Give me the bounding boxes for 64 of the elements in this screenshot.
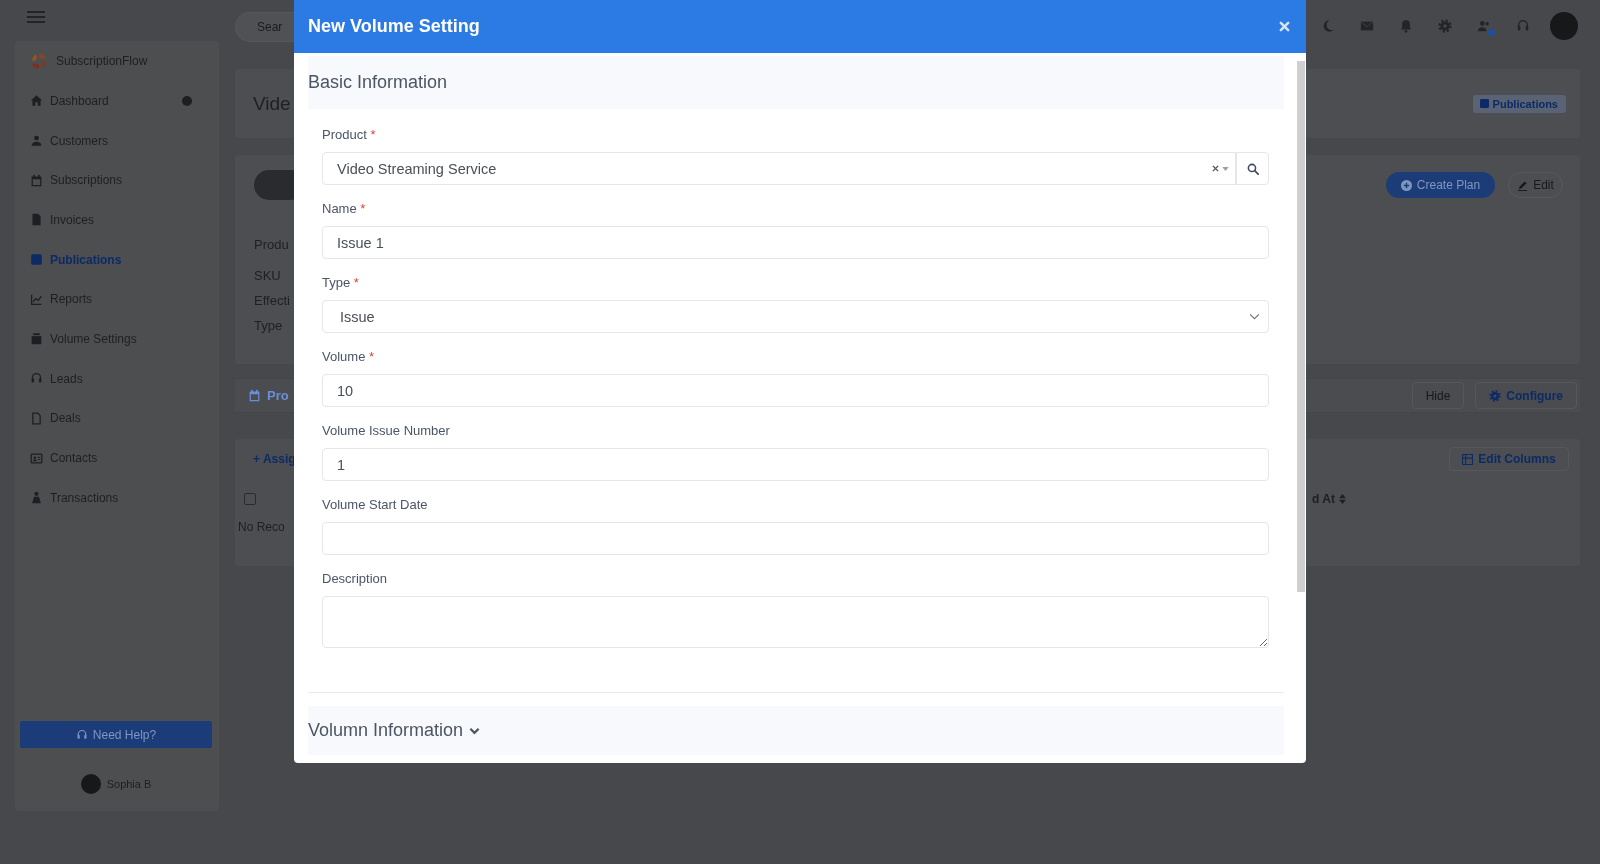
input-field[interactable]: 1 — [322, 448, 1269, 481]
scrollbar-thumb[interactable] — [1297, 61, 1305, 592]
help-button[interactable]: Need Help? — [20, 721, 212, 748]
gear-icon — [1489, 389, 1502, 402]
field-label: Type * — [322, 275, 359, 291]
chevron-down-icon — [469, 726, 481, 735]
chevron-down-icon — [1249, 313, 1260, 320]
chart-icon — [30, 292, 43, 306]
table-icon — [1462, 453, 1474, 465]
document-icon — [30, 213, 43, 227]
field-label: Volume Issue Number — [322, 423, 450, 439]
toolbar-button[interactable]: Configure — [1475, 382, 1577, 409]
box-icon — [30, 332, 43, 346]
gear-icon[interactable] — [1438, 19, 1452, 33]
headset-icon — [30, 372, 43, 386]
field-label: Volume * — [322, 349, 375, 365]
calendar-icon — [30, 173, 43, 187]
search-button[interactable] — [1236, 152, 1269, 185]
menu-icon[interactable] — [27, 11, 45, 23]
edit-columns-button[interactable]: Edit Columns — [1449, 447, 1569, 471]
avatar[interactable] — [80, 774, 101, 794]
input-field[interactable]: 10 — [322, 374, 1269, 407]
bell-icon[interactable] — [1399, 19, 1413, 33]
circle-icon[interactable] — [182, 95, 192, 106]
logo-icon — [30, 52, 48, 70]
input-field[interactable]: Issue 1 — [322, 226, 1269, 259]
figure-icon — [30, 491, 43, 505]
search-icon — [1246, 162, 1259, 175]
close-icon[interactable] — [1279, 21, 1290, 32]
calendar-icon — [248, 389, 261, 402]
field-label: Volume Start Date — [322, 497, 428, 513]
document-icon — [30, 411, 43, 425]
sort-icon — [1338, 494, 1346, 504]
person-icon — [30, 134, 43, 148]
clear-icon[interactable] — [1212, 165, 1219, 172]
select-field[interactable]: Video Streaming Service — [322, 152, 1236, 185]
text-area[interactable] — [322, 596, 1269, 648]
section-header[interactable]: Volumn Information — [308, 706, 1284, 755]
square-icon — [30, 253, 43, 267]
action-button[interactable]: Create Plan — [1386, 172, 1495, 198]
headset-icon — [75, 728, 88, 741]
home-icon — [30, 94, 43, 108]
field-label: Name * — [322, 201, 366, 217]
modal-title: New Volume Setting — [308, 16, 480, 37]
date-field[interactable] — [322, 522, 1269, 555]
field-label: Description — [322, 571, 388, 587]
headset-icon[interactable] — [1516, 19, 1530, 33]
people-icon[interactable] — [1477, 19, 1491, 33]
pencil-icon — [1517, 179, 1529, 191]
sidebar-item[interactable]: Publications — [20, 239, 212, 280]
field-label: Product * — [322, 127, 376, 143]
plus-circle-icon — [1400, 179, 1412, 191]
section-header: Basic Information — [308, 56, 1284, 109]
caret-icon — [1222, 166, 1229, 171]
contact-card-icon — [30, 451, 43, 465]
avatar[interactable] — [1550, 12, 1578, 40]
moon-icon[interactable] — [1321, 19, 1335, 33]
notification-dot — [1488, 29, 1495, 36]
badge: Publications — [1472, 94, 1566, 113]
select-field[interactable]: Issue — [322, 300, 1269, 333]
square-icon — [1479, 99, 1489, 108]
mail-icon[interactable] — [1360, 19, 1374, 33]
checkbox[interactable] — [244, 493, 256, 505]
tab[interactable]: Pro — [248, 383, 289, 408]
